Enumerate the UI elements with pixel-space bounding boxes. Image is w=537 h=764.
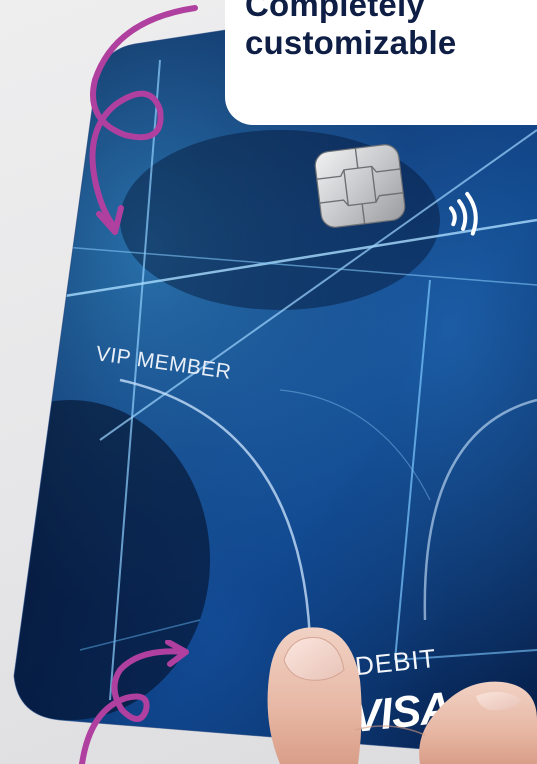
curly-arrow-icon bbox=[79, 640, 189, 764]
curly-arrow-icon bbox=[89, 5, 198, 235]
contactless-icon bbox=[449, 191, 478, 236]
chip-icon bbox=[314, 144, 406, 228]
headline-line-2: customizable bbox=[245, 24, 457, 61]
headline-line-1: Completely bbox=[245, 0, 425, 23]
headline: Completely customizable bbox=[245, 0, 537, 62]
product-hero-scene: VIP MEMBER DEBIT VISA Completely customi… bbox=[0, 0, 537, 764]
hand-thumb bbox=[267, 627, 537, 764]
